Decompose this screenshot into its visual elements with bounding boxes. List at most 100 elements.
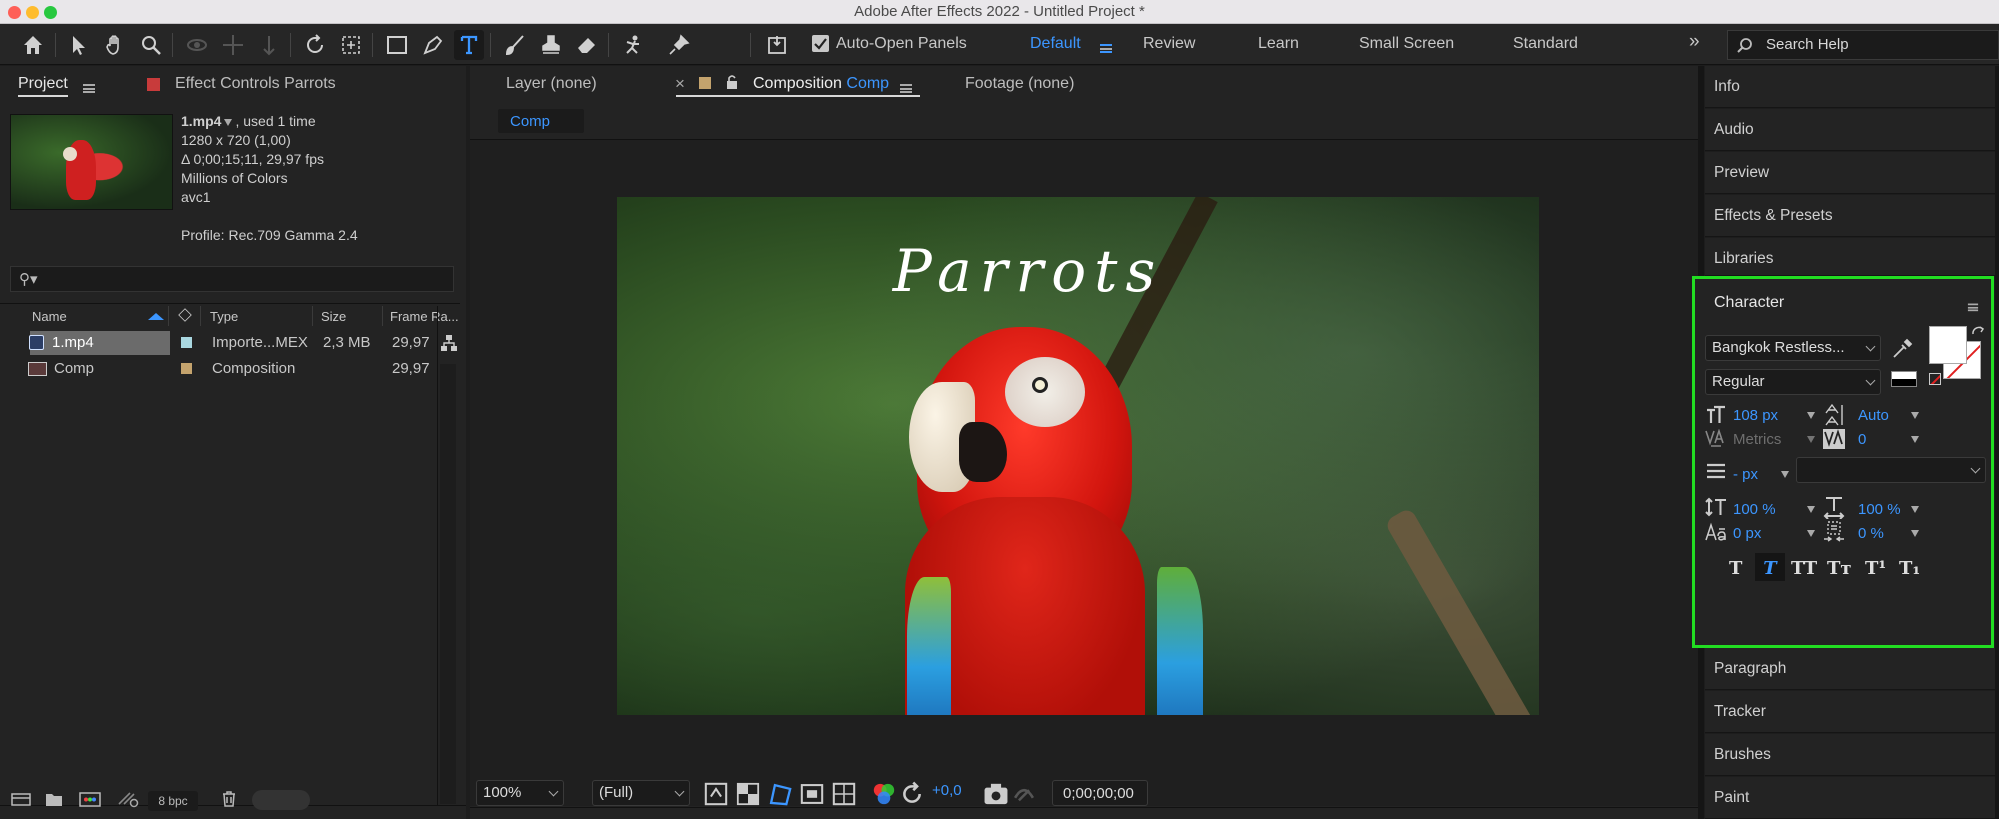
brushes-panel-header[interactable]: Brushes [1705,734,1995,776]
layer-tab[interactable]: Layer (none) [506,75,597,93]
col-frame-rate[interactable]: Frame Ra... [390,309,459,324]
comp-menu-icon[interactable] [900,79,912,96]
roto-brush-icon[interactable] [618,30,648,60]
baseline-shift-value[interactable]: 0 px [1733,525,1761,542]
zoom-dropdown[interactable]: 100% [476,780,564,806]
workspace-default[interactable]: Default [1030,35,1081,53]
project-menu-icon[interactable] [83,79,95,96]
type-icon[interactable] [454,30,484,60]
preview-panel-header[interactable]: Preview [1705,152,1995,194]
composition-tab[interactable]: Composition Comp [753,75,889,93]
comp-navigator-chip[interactable]: Comp [498,109,584,133]
more-workspaces-icon[interactable]: » [1689,31,1700,53]
stroke-width-dropdown-icon[interactable] [1781,471,1789,478]
snapshot-icon[interactable] [982,780,1010,808]
no-fill-swatch[interactable] [1929,373,1941,385]
workspace-learn[interactable]: Learn [1258,35,1299,53]
new-folder-icon[interactable] [44,790,64,808]
clone-stamp-icon[interactable] [536,30,566,60]
horizontal-scale-dropdown-icon[interactable] [1911,506,1919,513]
interpret-footage-icon[interactable] [10,790,32,808]
info-panel-header[interactable]: Info [1705,66,1995,108]
hand-icon[interactable] [100,30,130,60]
tracking-value[interactable]: 0 [1858,431,1866,448]
transparency-grid-icon[interactable] [734,780,762,808]
trash-icon[interactable] [220,790,238,808]
show-snapshot-icon[interactable] [1010,780,1038,808]
col-size[interactable]: Size [321,309,346,324]
label-tag-icon[interactable] [178,308,192,322]
col-type[interactable]: Type [210,309,238,324]
pen-icon[interactable] [418,30,448,60]
mask-visibility-icon[interactable] [766,780,794,808]
effect-controls-tab[interactable]: Effect Controls Parrots [175,75,336,93]
workspace-standard[interactable]: Standard [1513,35,1578,53]
comp-text-layer[interactable]: Parrots [617,237,1539,305]
fast-preview-icon[interactable] [702,780,730,808]
sort-ascending-icon[interactable] [148,313,164,320]
table-row[interactable]: 1.mp4 Importe...MEX 2,3 MB 29,97 [0,331,440,355]
kerning-value[interactable]: Metrics [1733,431,1781,448]
font-size-dropdown-icon[interactable] [1807,412,1815,419]
faux-bold-button[interactable]: T [1729,558,1742,579]
paragraph-panel-header[interactable]: Paragraph [1705,648,1995,690]
small-caps-button[interactable]: Tт [1827,558,1852,579]
resolution-dropdown[interactable]: (Full) [592,780,690,806]
close-comp-tab-icon[interactable]: × [675,74,685,94]
superscript-button[interactable]: T¹ [1865,558,1886,579]
orbit-icon[interactable] [182,30,212,60]
grid-guides-icon[interactable] [830,780,858,808]
new-composition-icon[interactable] [78,790,102,808]
pan-icon[interactable] [218,30,248,60]
eyedropper-icon[interactable] [1890,337,1914,361]
channel-rgb-icon[interactable] [870,780,898,808]
table-row[interactable]: Comp Composition 29,97 [0,357,440,381]
font-family-dropdown[interactable]: Bangkok Restless... [1705,335,1881,361]
libraries-panel-header[interactable]: Libraries [1705,238,1995,276]
home-icon[interactable] [18,30,48,60]
bit-depth-button[interactable]: 8 bpc [148,791,198,811]
workspace-small-screen[interactable]: Small Screen [1359,35,1454,53]
effects-presets-panel-header[interactable]: Effects & Presets [1705,195,1995,237]
file-dropdown-icon[interactable] [224,118,233,126]
dolly-icon[interactable] [254,30,284,60]
baseline-shift-dropdown-icon[interactable] [1807,530,1815,537]
project-settings-icon[interactable] [116,790,140,808]
pan-behind-icon[interactable] [336,30,366,60]
selection-icon[interactable] [64,30,94,60]
kerning-dropdown-icon[interactable] [1807,436,1815,443]
project-search-field[interactable]: ⚲▾ [10,266,454,292]
font-size-value[interactable]: 108 px [1733,407,1778,424]
stroke-width-value[interactable]: - px [1733,466,1758,483]
rotate-icon[interactable] [300,30,330,60]
black-white-swatch[interactable] [1891,371,1917,387]
auto-open-checkbox[interactable] [812,35,829,52]
composition-frame[interactable]: Parrots [617,197,1539,715]
col-name[interactable]: Name [32,309,67,324]
project-tab[interactable]: Project [18,75,68,93]
all-caps-button[interactable]: TT [1791,558,1817,579]
leading-value[interactable]: Auto [1858,407,1889,424]
row-label-color[interactable] [181,337,192,348]
tsume-dropdown-icon[interactable] [1911,530,1919,537]
stroke-style-dropdown[interactable] [1796,457,1986,483]
font-style-dropdown[interactable]: Regular [1705,369,1881,395]
brush-icon[interactable] [500,30,530,60]
rectangle-icon[interactable] [382,30,412,60]
workspace-panel-icon[interactable] [762,30,792,60]
region-of-interest-icon[interactable] [798,780,826,808]
current-time-field[interactable]: 0;00;00;00 [1052,780,1148,806]
eraser-icon[interactable] [572,30,602,60]
footage-tab[interactable]: Footage (none) [965,75,1074,93]
row-label-color[interactable] [181,363,192,374]
faux-italic-button[interactable]: T [1755,553,1785,581]
project-zoom-slider[interactable] [252,790,310,810]
lock-icon[interactable] [725,74,739,90]
vertical-scale-dropdown-icon[interactable] [1807,506,1815,513]
search-help-field[interactable]: Search Help [1727,30,1999,60]
puppet-pin-icon[interactable] [664,30,694,60]
horizontal-scale-value[interactable]: 100 % [1858,501,1901,518]
audio-panel-header[interactable]: Audio [1705,109,1995,151]
tracker-panel-header[interactable]: Tracker [1705,691,1995,733]
subscript-button[interactable]: T₁ [1899,558,1920,579]
